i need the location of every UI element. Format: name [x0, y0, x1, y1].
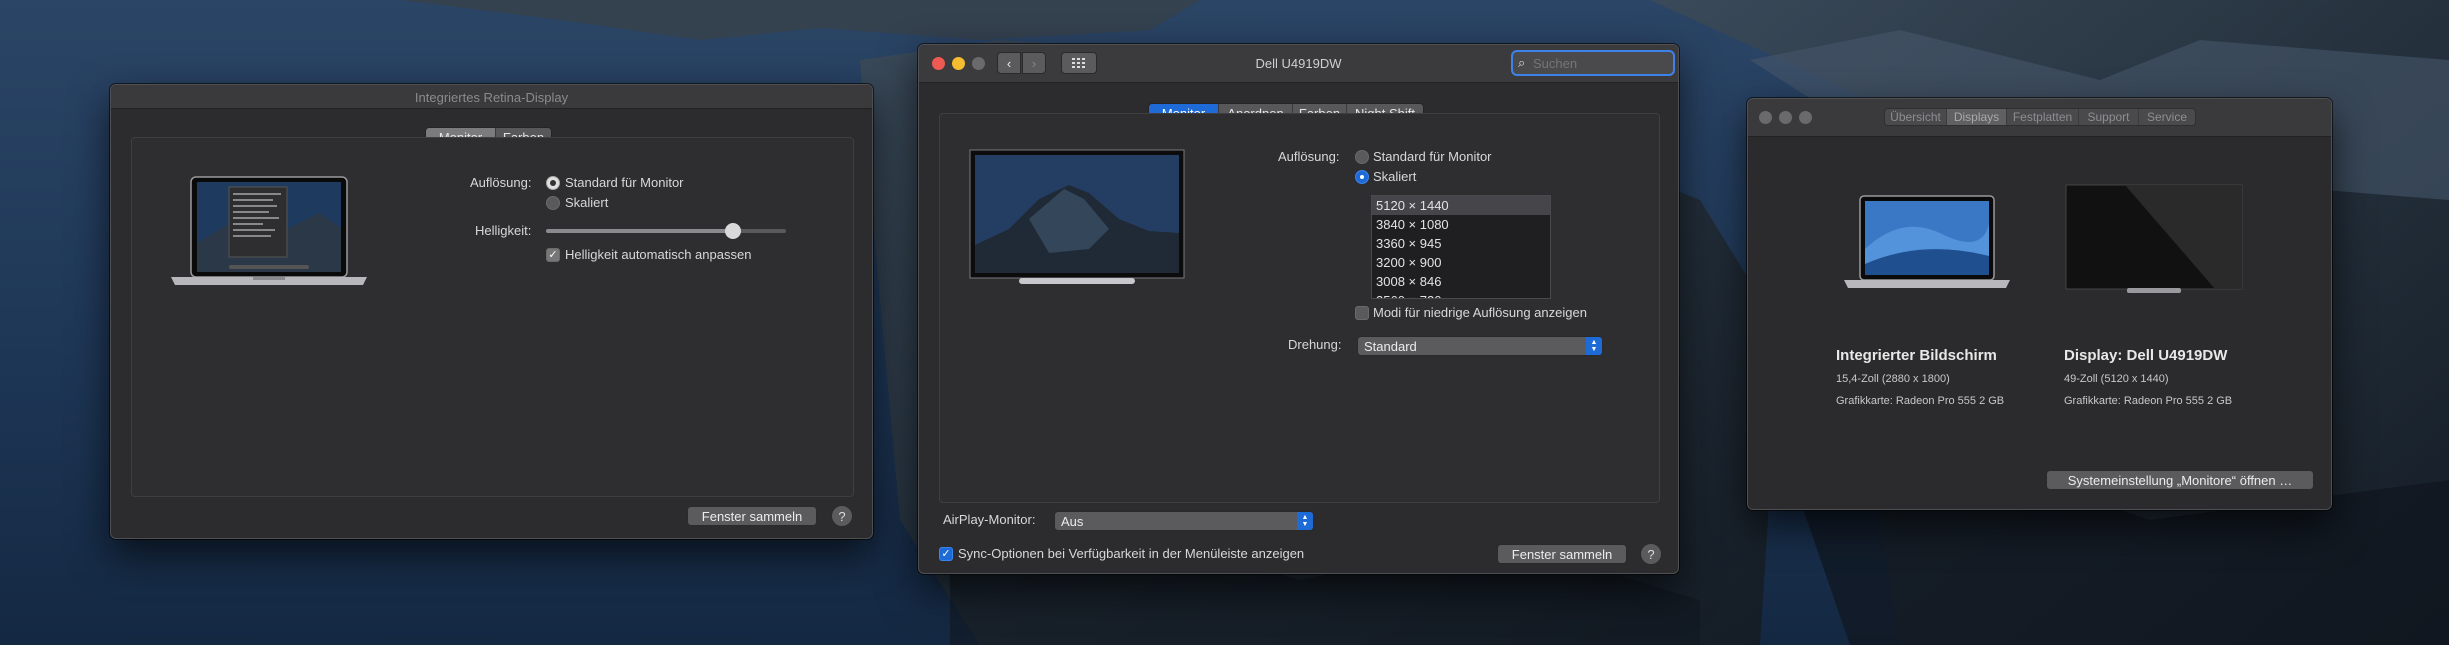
resolution-item[interactable]: 2560 × 720 [1372, 291, 1550, 298]
tab-support[interactable]: Support [2079, 109, 2139, 125]
resolution-item[interactable]: 3360 × 945 [1372, 234, 1550, 253]
tab-bar: Übersicht Displays Festplatten Support S… [1884, 108, 2196, 126]
sync-options-checkbox[interactable]: ✓ [939, 547, 953, 561]
resolution-label: Auflösung: [470, 175, 532, 190]
low-res-checkbox[interactable] [1355, 306, 1369, 320]
title-bar[interactable]: Übersicht Displays Festplatten Support S… [1748, 99, 2331, 137]
gather-windows-button[interactable]: Fenster sammeln [687, 506, 817, 526]
tab-storage[interactable]: Festplatten [2007, 109, 2079, 125]
airplay-label: AirPlay-Monitor: [943, 512, 1036, 527]
chevron-updown-icon: ▲ ▼ [1586, 337, 1602, 355]
radio-scaled-label: Skaliert [1373, 169, 1417, 184]
search-input[interactable] [1533, 54, 1669, 72]
brightness-label: Helligkeit: [475, 223, 532, 238]
radio-default-label: Standard für Monitor [1373, 149, 1492, 164]
radio-scaled[interactable] [546, 196, 560, 210]
display1-name: Integrierter Bildschirm [1836, 347, 1997, 364]
rotation-value: Standard [1364, 338, 1417, 354]
radio-scaled[interactable] [1355, 170, 1369, 184]
search-icon: ⌕ [1518, 55, 1526, 70]
resolution-item[interactable]: 3840 × 1080 [1372, 215, 1550, 234]
gather-windows-button[interactable]: Fenster sammeln [1497, 544, 1627, 564]
display2-gpu: Grafikkarte: Radeon Pro 555 2 GB [2064, 395, 2233, 407]
display2-name: Display: Dell U4919DW [2064, 347, 2228, 364]
low-res-label: Modi für niedrige Auflösung anzeigen [1373, 305, 1587, 320]
rotation-label: Drehung: [1288, 337, 1342, 352]
display2-size: 49-Zoll (5120 x 1440) [2064, 373, 2169, 385]
help-button[interactable]: ? [1640, 543, 1662, 565]
tab-displays[interactable]: Displays [1947, 109, 2007, 125]
radio-default-label: Standard für Monitor [565, 175, 684, 190]
auto-brightness-label: Helligkeit automatisch anpassen [565, 247, 752, 262]
content-area [1748, 137, 2331, 509]
external-monitor-image [2065, 184, 2243, 293]
about-this-mac-window: Übersicht Displays Festplatten Support S… [1747, 98, 2332, 510]
tab-overview[interactable]: Übersicht [1885, 109, 1947, 125]
minimize-icon[interactable] [1779, 111, 1792, 124]
monitor-image [969, 149, 1185, 284]
laptop-image [171, 176, 367, 285]
auto-brightness-checkbox[interactable]: ✓ [546, 248, 560, 262]
radio-default-resolution[interactable] [546, 176, 560, 190]
brightness-slider[interactable] [546, 223, 786, 239]
resolution-label: Auflösung: [1278, 149, 1340, 164]
title-bar[interactable]: ‹ › Dell U4919DW ⌕ [919, 45, 1678, 83]
tab-service[interactable]: Service [2139, 109, 2195, 125]
resolution-item[interactable]: 3200 × 900 [1372, 253, 1550, 272]
resolution-list[interactable]: 5120 × 1440 3840 × 1080 3360 × 945 3200 … [1371, 195, 1551, 299]
display1-gpu: Grafikkarte: Radeon Pro 555 2 GB [1836, 395, 2005, 407]
retina-display-window: Integriertes Retina-Display Monitor Farb… [110, 84, 873, 539]
radio-scaled-label: Skaliert [565, 195, 609, 210]
help-button[interactable]: ? [831, 505, 853, 527]
brightness-fill [546, 229, 734, 233]
laptop-image [1844, 195, 2010, 288]
rotation-select[interactable]: Standard ▲ ▼ [1357, 336, 1603, 356]
display1-size: 15,4-Zoll (2880 x 1800) [1836, 373, 1950, 385]
zoom-icon[interactable] [1799, 111, 1812, 124]
dell-display-window: ‹ › Dell U4919DW ⌕ Monitor Anordnen Farb… [918, 44, 1679, 574]
resolution-item[interactable]: 3008 × 846 [1372, 272, 1550, 291]
chevron-updown-icon: ▲ ▼ [1297, 512, 1313, 530]
airplay-select[interactable]: Aus ▲ ▼ [1054, 511, 1314, 531]
close-icon[interactable] [1759, 111, 1772, 124]
radio-default-resolution[interactable] [1355, 150, 1369, 164]
open-monitor-prefs-button[interactable]: Systemeinstellung „Monitore“ öffnen … [2046, 470, 2314, 490]
resolution-item[interactable]: 5120 × 1440 [1372, 196, 1550, 215]
title-bar[interactable]: Integriertes Retina-Display [111, 85, 872, 109]
airplay-value: Aus [1061, 513, 1084, 529]
window-title: Integriertes Retina-Display [414, 90, 569, 105]
sync-options-label: Sync-Optionen bei Verfügbarkeit in der M… [958, 546, 1305, 561]
search-field[interactable]: ⌕ [1511, 50, 1675, 76]
